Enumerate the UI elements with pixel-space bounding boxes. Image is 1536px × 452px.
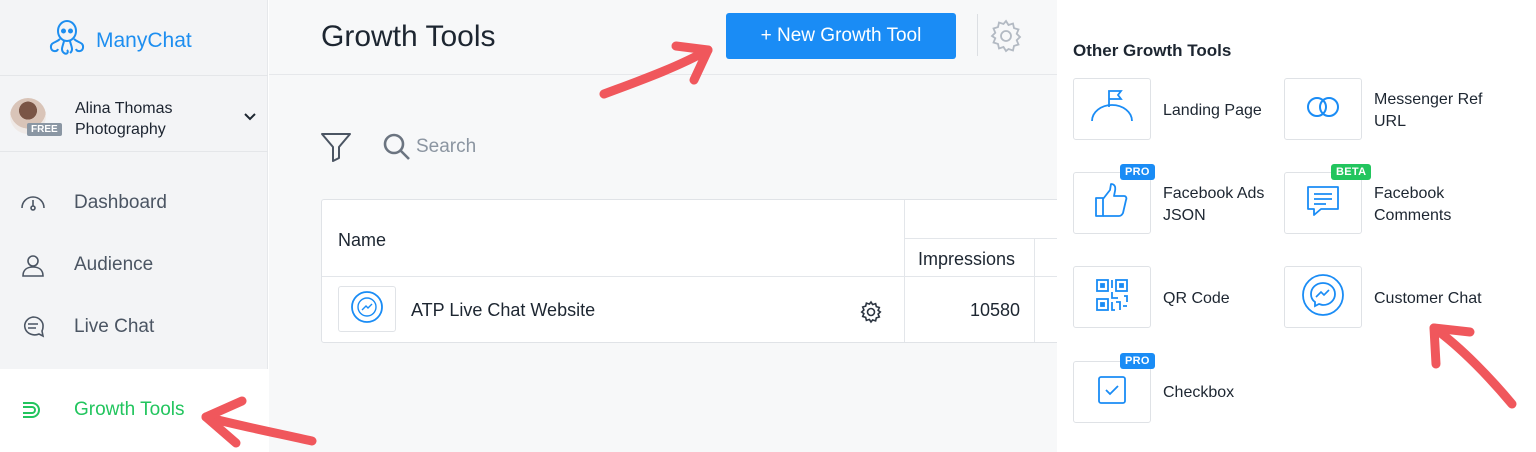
link-rings-icon	[1303, 94, 1343, 125]
qr-code-icon	[1095, 278, 1129, 317]
tool-label: Facebook Comments	[1374, 185, 1452, 224]
chat-bubble-icon	[20, 315, 46, 339]
row-name[interactable]: ATP Live Chat Website	[411, 300, 595, 321]
chevron-down-icon[interactable]	[243, 109, 257, 127]
sidebar-item-live-chat[interactable]: Live Chat	[0, 302, 268, 352]
panel-title: Other Growth Tools	[1073, 41, 1232, 60]
checkbox-icon	[1097, 375, 1127, 410]
dashboard-icon	[20, 191, 46, 215]
person-icon	[20, 253, 46, 277]
row-impressions: 10580	[970, 300, 1021, 320]
app-name: ManyChat	[96, 28, 192, 52]
comment-icon	[1305, 183, 1341, 224]
plan-badge: FREE	[27, 123, 62, 136]
thumbs-up-icon	[1092, 181, 1132, 226]
account-switcher[interactable]: FREE Alina Thomas Photography	[0, 75, 268, 152]
divider	[904, 200, 905, 342]
sidebar-item-label: Growth Tools	[74, 399, 185, 420]
messenger-icon	[1301, 273, 1345, 322]
tool-icon-box	[1073, 78, 1151, 140]
tool-icon-box	[1073, 266, 1151, 328]
messenger-icon	[350, 290, 384, 329]
tool-icon-box	[1284, 266, 1362, 328]
sidebar: ManyChat FREE Alina Thomas Photography D…	[0, 0, 268, 452]
row-thumbnail	[338, 286, 396, 332]
other-growth-tools-panel: Other Growth Tools Landing Page Messenge…	[1057, 0, 1536, 452]
divider	[977, 14, 978, 56]
beta-badge: BETA	[1331, 164, 1372, 180]
search-input[interactable]: Search	[416, 136, 476, 158]
divider	[1034, 238, 1035, 342]
logo[interactable]: ManyChat	[46, 18, 192, 63]
tool-label: QR Code	[1163, 290, 1230, 307]
growth-tools-icon	[20, 398, 46, 422]
sidebar-item-label: Live Chat	[74, 316, 155, 337]
tool-label: Checkbox	[1163, 384, 1235, 401]
tool-icon-box: PRO	[1073, 353, 1155, 423]
tool-icon-box: BETA	[1284, 164, 1372, 234]
divider	[322, 276, 1062, 277]
pro-badge: PRO	[1120, 353, 1155, 369]
sidebar-item-label: Dashboard	[74, 192, 167, 213]
app-root: ManyChat FREE Alina Thomas Photography D…	[0, 0, 1536, 452]
page-header: Growth Tools + New Growth Tool	[269, 0, 1057, 75]
account-name-line1: Alina Thomas	[75, 100, 173, 117]
column-header-name[interactable]: Name	[338, 230, 386, 251]
search-icon[interactable]	[382, 132, 412, 167]
tool-label: Messenger Ref URL	[1374, 91, 1483, 130]
filter-icon[interactable]	[320, 131, 352, 168]
manychat-logo-icon	[46, 18, 88, 63]
tool-label: Facebook Ads JSON	[1163, 185, 1265, 224]
gear-icon[interactable]	[988, 18, 1024, 59]
tool-icon-box: PRO	[1073, 164, 1155, 234]
sidebar-item-audience[interactable]: Audience	[0, 240, 268, 290]
tool-icon-box	[1284, 78, 1362, 140]
column-header-impressions[interactable]: Impressions	[918, 249, 1015, 270]
sidebar-item-label: Audience	[74, 254, 154, 275]
sidebar-item-growth-tools[interactable]: Growth Tools	[0, 369, 268, 452]
tool-label: Customer Chat	[1374, 290, 1482, 307]
tool-label: Landing Page	[1163, 102, 1262, 119]
account-name-line2: Photography	[75, 121, 166, 138]
account-name: Alina Thomas Photography	[75, 98, 173, 140]
main-content: Growth Tools + New Growth Tool Search Na…	[269, 0, 1065, 452]
gear-icon[interactable]	[859, 300, 883, 329]
divider	[905, 238, 1065, 239]
new-growth-tool-button[interactable]: + New Growth Tool	[726, 13, 956, 59]
sidebar-item-dashboard[interactable]: Dashboard	[0, 178, 268, 228]
page-title: Growth Tools	[321, 20, 496, 53]
flag-hill-icon	[1088, 87, 1136, 132]
pro-badge: PRO	[1120, 164, 1155, 180]
growth-tools-table: Name Impressions ATP Live Chat Website 1…	[321, 199, 1065, 343]
